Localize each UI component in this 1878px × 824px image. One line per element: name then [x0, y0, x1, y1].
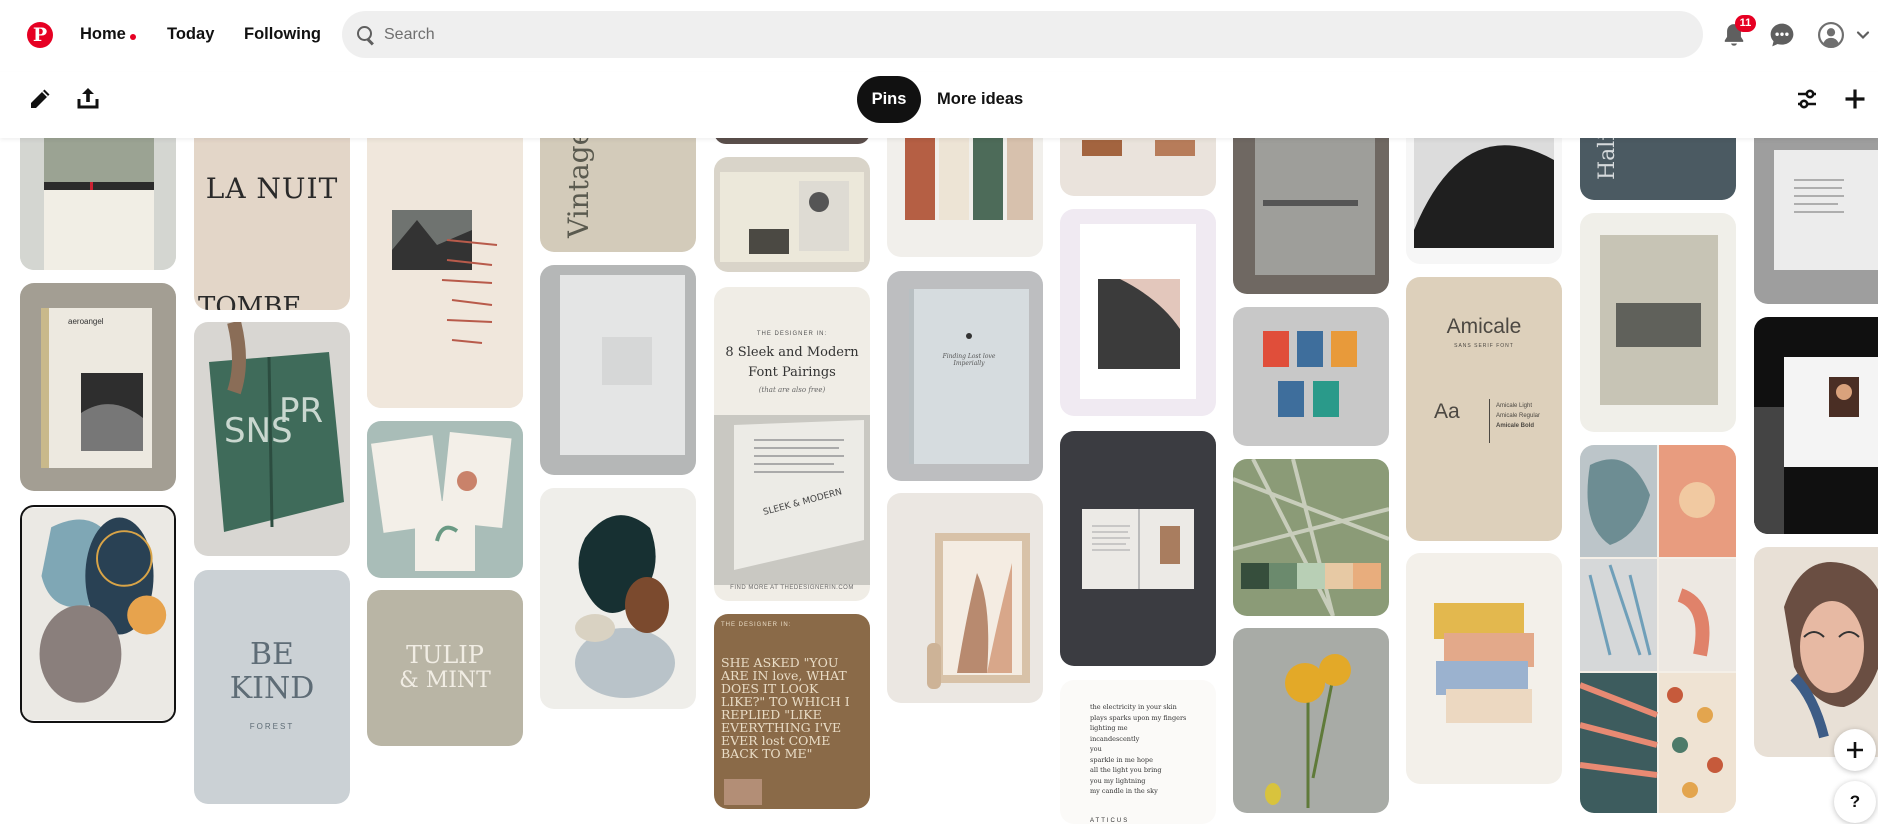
pin-card-portrait-painting[interactable]: [1754, 547, 1878, 757]
pin-amicale-title: Amicale: [1446, 315, 1522, 338]
pin-she-asked-kicker: THE DESIGNER IN:: [721, 622, 792, 628]
nav-following-link[interactable]: Following: [244, 25, 321, 44]
help-button[interactable]: ?: [1834, 781, 1876, 823]
pin-font-pairings-sub: (that are also free): [758, 386, 826, 394]
pin-card-paint-swatches[interactable]: [1406, 553, 1562, 784]
pin-card-dandelion[interactable]: [1233, 628, 1389, 813]
notifications-badge: 11: [1735, 15, 1756, 32]
nav-today-link[interactable]: Today: [167, 25, 214, 44]
pin-aeroangel-title: aeroangel: [68, 317, 104, 326]
pin-poem-line: you: [1090, 745, 1102, 753]
pin-card-green-magazine[interactable]: SNS PR: [194, 322, 350, 556]
pin-poem-line: you my lightning: [1090, 776, 1146, 785]
pin-card-notebook-grey[interactable]: [20, 120, 176, 270]
plus-icon: [1847, 742, 1863, 758]
pin-card-grey-book-photo[interactable]: [1233, 120, 1389, 294]
pin-card-black-book[interactable]: [1754, 317, 1878, 534]
pin-amicale-sub: SANS SERIF FONT: [1454, 343, 1514, 349]
pin-card-font-pairings[interactable]: THE DESIGNER IN: 8 Sleek and Modern Font…: [714, 287, 870, 601]
pin-card-botanical-prints[interactable]: [367, 421, 523, 578]
tab-more-ideas[interactable]: More ideas: [937, 90, 1023, 109]
pin-amicale-weights: Amicale Light Amicale Regular Amicale Bo…: [1496, 401, 1540, 431]
pin-poem-line: incandescently: [1090, 734, 1140, 743]
pin-poem-line: the electricity in your skin: [1090, 703, 1177, 711]
pinterest-logo-icon[interactable]: P: [27, 22, 53, 48]
pin-card-la-nuit-tombe[interactable]: LA NUIT TOMBE: [194, 120, 350, 310]
pin-la-nuit-text: LA NUIT: [205, 172, 339, 205]
pin-card-poem[interactable]: the electricity in your skin plays spark…: [1060, 680, 1216, 824]
search-input[interactable]: [384, 25, 1684, 44]
pin-amicale-weight: Amicale Light: [1496, 403, 1533, 409]
pin-card-hand-bw[interactable]: [1406, 120, 1562, 264]
pin-poem-line: plays sparks upon my fingers: [1090, 713, 1187, 722]
filter-sliders-icon[interactable]: [1795, 87, 1819, 111]
pin-card-be-kind[interactable]: BE KIND FOREST: [194, 570, 350, 804]
messages-icon[interactable]: [1769, 22, 1795, 48]
tab-pins[interactable]: Pins: [857, 76, 921, 123]
pin-card-white-book[interactable]: [540, 265, 696, 475]
floating-add-button[interactable]: [1834, 729, 1876, 771]
pin-card-abstract-shapes[interactable]: [20, 505, 176, 723]
user-avatar-icon[interactable]: [1818, 22, 1844, 48]
home-notification-dot: [130, 34, 136, 40]
pin-poem-line: my candle in the sky: [1090, 787, 1158, 795]
pin-card-open-book-photo[interactable]: [714, 157, 870, 272]
pin-poem-line: all the light you bring: [1090, 766, 1162, 774]
pin-card-white-notebook[interactable]: [1060, 209, 1216, 416]
pin-card-journal-page[interactable]: [367, 120, 523, 408]
pin-font-pairings-title1: 8 Sleek and Modern: [725, 345, 859, 360]
pin-amicale-aa: Aa: [1434, 400, 1460, 423]
pin-amicale-divider: [1489, 399, 1490, 443]
pin-book-blue-text: Finding Lost love Imperially: [942, 353, 996, 367]
share-upload-icon[interactable]: [76, 86, 100, 110]
pin-she-asked-quote: SHE ASKED "YOU ARE IN love, WHAT DOES IT…: [721, 655, 850, 761]
pin-poem-line: sparkle in me hope: [1090, 755, 1153, 764]
search-icon: [357, 25, 375, 44]
pin-forest-text: FOREST: [249, 722, 295, 731]
pin-amicale-weight: Amicale Bold: [1496, 423, 1535, 429]
pin-card-leaves-palette[interactable]: [1233, 459, 1389, 616]
nav-home-link[interactable]: Home: [80, 25, 126, 44]
pin-card-abstract-blobs[interactable]: [540, 488, 696, 709]
pin-card-open-book-dark[interactable]: [1060, 431, 1216, 666]
top-navigation-bar: P Home Today Following 11: [0, 0, 1878, 72]
edit-pencil-icon[interactable]: [28, 87, 52, 111]
pin-kind-text: KIND: [229, 671, 315, 706]
pin-card-book-blue[interactable]: Finding Lost love Imperially: [887, 271, 1043, 481]
pin-she-asked-photo: [724, 779, 762, 805]
pin-poem-footer: ATTICUS: [1090, 818, 1130, 824]
pin-card-colour-swatches[interactable]: [887, 120, 1043, 257]
pin-card-frame-art[interactable]: [887, 493, 1043, 703]
pin-hali-text: Hali: [1595, 133, 1620, 180]
pin-card-vintage[interactable]: Vintage L: [540, 120, 696, 252]
svg-text:PR: PR: [279, 391, 323, 431]
search-bar[interactable]: [342, 11, 1703, 58]
pin-card-tulip-mint[interactable]: TULIP & MINT: [367, 590, 523, 746]
pin-card-art-collage[interactable]: [1580, 445, 1736, 813]
pin-font-pairings-kicker: THE DESIGNER IN:: [756, 331, 828, 337]
pin-poem-line: lighting me: [1090, 724, 1128, 732]
pin-card-she-asked[interactable]: THE DESIGNER IN: SHE ASKED "YOU ARE IN l…: [714, 614, 870, 809]
pin-card-grey-booklet[interactable]: [1580, 213, 1736, 432]
pin-be-text: BE: [250, 637, 294, 672]
account-chevron-down-icon[interactable]: [1856, 28, 1870, 42]
pin-tombe-text: TOMBE: [198, 292, 302, 310]
pin-tulip-text: TULIP: [406, 641, 484, 669]
pin-font-pairings-title2: Font Pairings: [748, 365, 836, 380]
pin-card-amicale[interactable]: Amicale SANS SERIF FONT Aa Amicale Light…: [1406, 277, 1562, 541]
pin-card-aeroangel-book[interactable]: aeroangel: [20, 283, 176, 491]
pin-amicale-weight: Amicale Regular: [1496, 413, 1541, 419]
pin-card-book-spread[interactable]: [1754, 120, 1878, 304]
logo-letter: P: [32, 24, 48, 46]
pin-mint-text: & MINT: [399, 668, 491, 693]
pin-font-pairings-footer: FIND MORE AT THEDESIGNERIN.COM: [730, 585, 854, 591]
pin-poem-lines: the electricity in your skin plays spark…: [1090, 702, 1186, 797]
pin-card-postcards[interactable]: [1233, 307, 1389, 446]
add-plus-icon[interactable]: [1843, 87, 1867, 111]
